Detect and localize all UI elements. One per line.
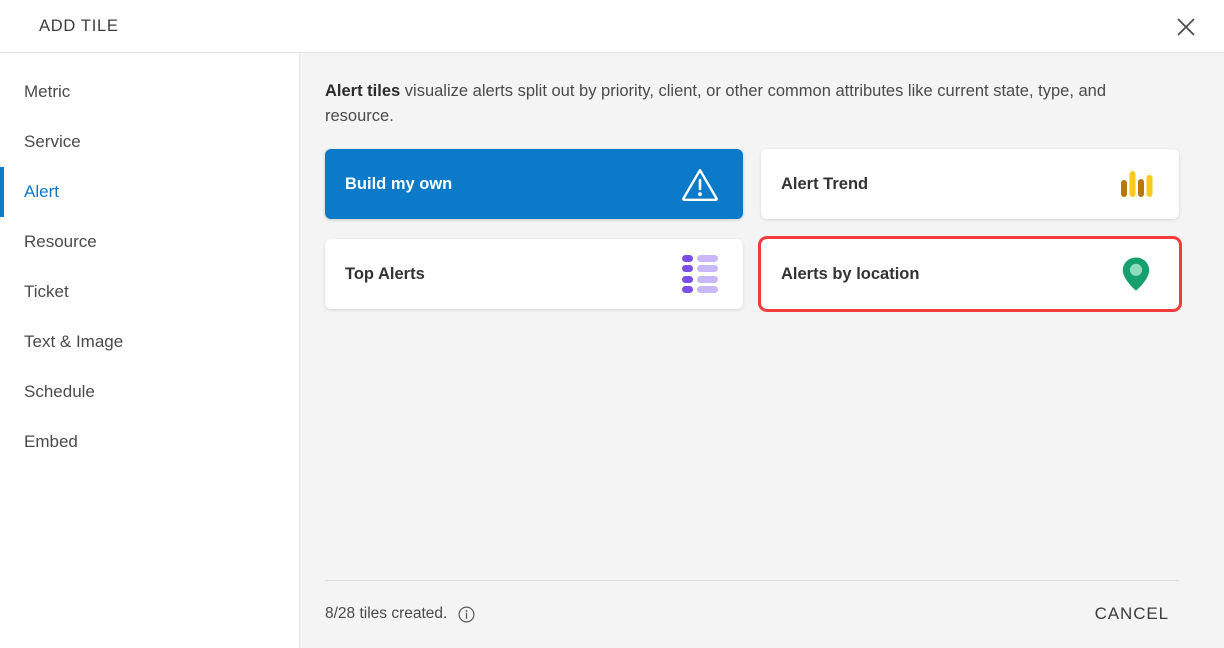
footer-actions: CANCEL (1085, 596, 1179, 632)
tile-label: Top Alerts (345, 264, 425, 283)
add-tile-dialog: ADD TILE Metric Service Alert Resource T… (0, 0, 1224, 648)
category-description: Alert tiles visualize alerts split out b… (325, 79, 1155, 129)
map-pin-icon (1115, 253, 1157, 295)
tiles-created-status: 8/28 tiles created. (325, 605, 475, 623)
list-icon-bar (697, 265, 718, 273)
page-title: ADD TILE (39, 16, 119, 35)
list-icon-bullet (682, 275, 693, 283)
sidebar-item-alert[interactable]: Alert (0, 167, 299, 217)
sidebar-item-embed[interactable]: Embed (0, 417, 299, 467)
list-icon-bar (697, 254, 718, 262)
list-icon-row (682, 265, 718, 273)
tile-chooser: Alert tiles visualize alerts split out b… (300, 53, 1224, 580)
sidebar-item-metric[interactable]: Metric (0, 67, 299, 117)
dialog-footer: 8/28 tiles created. CANCEL (300, 580, 1224, 648)
tile-alert-trend[interactable]: Alert Trend (761, 149, 1179, 219)
sidebar-item-label: Text & Image (24, 332, 124, 351)
sidebar-item-ticket[interactable]: Ticket (0, 267, 299, 317)
warning-triangle-icon (679, 163, 721, 205)
list-icon-bullet (682, 265, 693, 273)
tile-label: Alert Trend (781, 174, 869, 193)
sidebar-item-schedule[interactable]: Schedule (0, 367, 299, 417)
category-description-rest: visualize alerts split out by priority, … (325, 82, 1107, 125)
list-icon-bullet (682, 254, 693, 262)
sidebar-item-label: Alert (24, 182, 59, 201)
list-icon-bar (697, 286, 718, 294)
bar-chart-icon (1115, 163, 1157, 205)
sidebar-item-text-and-image[interactable]: Text & Image (0, 317, 299, 367)
list-icon-bullet (682, 286, 693, 294)
category-sidebar: Metric Service Alert Resource Ticket Tex… (0, 53, 300, 648)
sidebar-item-label: Resource (24, 232, 97, 251)
main-panel: Alert tiles visualize alerts split out b… (300, 53, 1224, 648)
category-description-strong: Alert tiles (325, 82, 401, 100)
dialog-body: Metric Service Alert Resource Ticket Tex… (0, 53, 1224, 648)
info-icon[interactable] (458, 605, 475, 623)
list-icon-row (682, 286, 718, 294)
sidebar-item-label: Metric (24, 82, 71, 101)
tile-top-alerts[interactable]: Top Alerts (325, 239, 743, 309)
tile-grid: Build my own Alert Trend Top Alerts Aler… (325, 149, 1182, 312)
sidebar-item-label: Embed (24, 432, 78, 451)
sidebar-item-resource[interactable]: Resource (0, 217, 299, 267)
sidebar-item-label: Service (24, 132, 81, 151)
list-icon-row (682, 254, 718, 262)
close-icon[interactable] (1167, 8, 1205, 46)
sidebar-item-label: Ticket (24, 282, 69, 301)
sidebar-item-service[interactable]: Service (0, 117, 299, 167)
tile-build-my-own[interactable]: Build my own (325, 149, 743, 219)
cancel-button[interactable]: CANCEL (1085, 596, 1179, 632)
sidebar-item-label: Schedule (24, 382, 95, 401)
dialog-header: ADD TILE (0, 0, 1224, 53)
tile-label: Alerts by location (781, 264, 920, 283)
tiles-created-label: 8/28 tiles created. (325, 605, 448, 622)
list-icon-row (682, 275, 718, 283)
list-icon-bar (697, 275, 718, 283)
list-icon (679, 253, 721, 295)
tile-label: Build my own (345, 174, 453, 193)
tile-alerts-by-location[interactable]: Alerts by location (758, 236, 1182, 312)
